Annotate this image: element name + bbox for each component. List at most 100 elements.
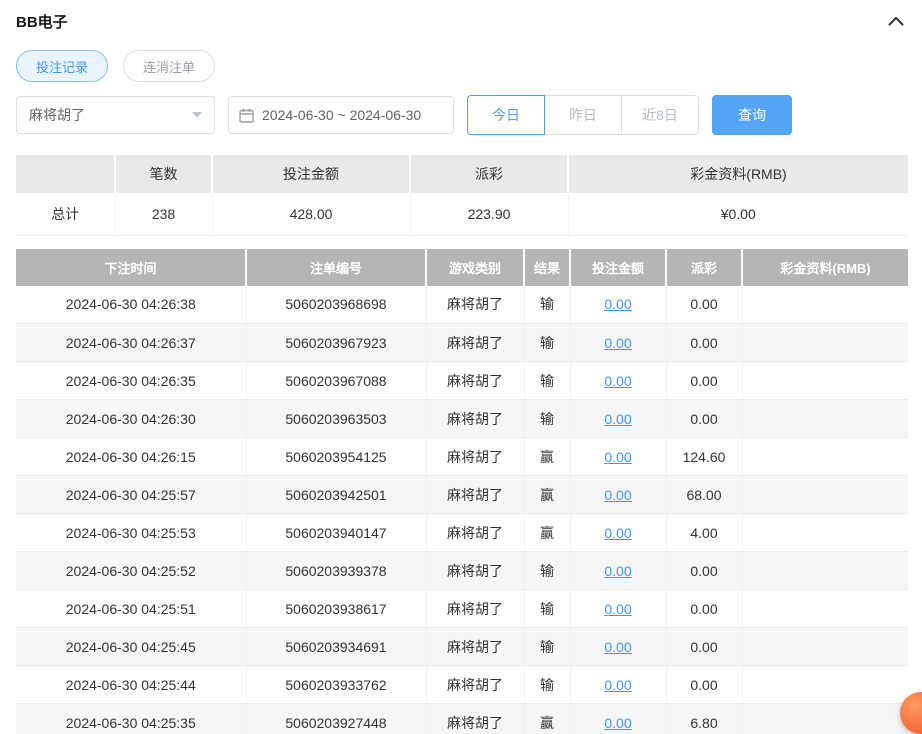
bet-amount-link[interactable]: 0.00	[604, 715, 631, 731]
cell-result: 输	[524, 589, 571, 628]
cell-result: 赢	[524, 475, 571, 514]
cell-payout: 0.00	[666, 361, 743, 400]
cell-bet-time: 2024-06-30 04:25:53	[16, 513, 247, 552]
cell-bet-time: 2024-06-30 04:25:52	[16, 551, 247, 590]
table-row: 2024-06-30 04:26:30 5060203963503 麻将胡了输 0.0…	[16, 399, 908, 438]
cell-order-number: 5060203938617	[246, 589, 427, 628]
cell-bet-time: 2024-06-30 04:26:30	[16, 399, 247, 438]
cell-game-type: 麻将胡了	[426, 437, 525, 476]
bet-amount-link[interactable]: 0.00	[604, 296, 631, 312]
cell-bet-time: 2024-06-30 04:25:57	[16, 475, 247, 514]
search-button[interactable]: 查询	[712, 95, 792, 135]
table-row: 2024-06-30 04:25:53 5060203940147 麻将胡了赢 0.0…	[16, 513, 908, 552]
cell-bet-amount: 0.00	[570, 589, 667, 628]
summary-total-row: 总计 238 428.00 223.90 ¥0.00	[16, 193, 908, 236]
cell-bet-time: 2024-06-30 04:26:37	[16, 323, 247, 362]
cell-order-number: 5060203940147	[246, 513, 427, 552]
header-result: 结果	[524, 248, 571, 286]
quick-today-button[interactable]: 今日	[467, 95, 545, 135]
cell-bet-time: 2024-06-30 04:25:44	[16, 665, 247, 704]
table-row: 2024-06-30 04:26:35 5060203967088 麻将胡了输 0.0…	[16, 361, 908, 400]
cell-bonus	[742, 665, 908, 704]
quick-last8days-button[interactable]: 近8日	[622, 95, 699, 135]
bet-amount-link[interactable]: 0.00	[604, 639, 631, 655]
cell-bonus	[742, 589, 908, 628]
bet-amount-link[interactable]: 0.00	[604, 449, 631, 465]
cell-result: 输	[524, 627, 571, 666]
table-row: 2024-06-30 04:25:45 5060203934691 麻将胡了输 0.0…	[16, 627, 908, 666]
bet-amount-link[interactable]: 0.00	[604, 411, 631, 427]
summary-header-row: 笔数 投注金额 派彩 彩金资料(RMB)	[16, 155, 908, 193]
filter-bar: 麻将胡了 2024-06-30 ~ 2024-06-30 今日 昨日 近8日 查…	[16, 95, 908, 135]
cell-bet-amount: 0.00	[570, 399, 667, 438]
cell-payout: 0.00	[666, 627, 743, 666]
tab-cancelled-orders[interactable]: 连消注单	[123, 50, 216, 82]
cell-game-type: 麻将胡了	[426, 361, 525, 400]
bet-amount-link[interactable]: 0.00	[604, 373, 631, 389]
cell-bet-amount: 0.00	[570, 437, 667, 476]
bet-table-body: 2024-06-30 04:26:38 5060203968698 麻将胡了输 0.0…	[16, 285, 908, 734]
bet-amount-link[interactable]: 0.00	[604, 677, 631, 693]
table-row: 2024-06-30 04:26:15 5060203954125 麻将胡了赢 0.0…	[16, 437, 908, 476]
date-range-picker[interactable]: 2024-06-30 ~ 2024-06-30	[228, 96, 454, 134]
table-row: 2024-06-30 04:26:38 5060203968698 麻将胡了输 0.0…	[16, 285, 908, 324]
cell-payout: 6.80	[666, 703, 743, 734]
cell-bonus	[742, 475, 908, 514]
cell-bet-amount: 0.00	[570, 551, 667, 590]
summary-header-payout: 派彩	[410, 155, 569, 193]
record-tabs: 投注记录 连消注单	[16, 50, 908, 82]
bet-table-header-row: 下注时间 注单编号 游戏类别 结果 投注金额 派彩 彩金资料(RMB)	[16, 248, 908, 286]
summary-header-empty	[16, 155, 116, 193]
summary-table: 笔数 投注金额 派彩 彩金资料(RMB) 总计 238 428.00 223.9…	[16, 155, 908, 236]
bet-amount-link[interactable]: 0.00	[604, 563, 631, 579]
cell-payout: 0.00	[666, 589, 743, 628]
cell-payout: 4.00	[666, 513, 743, 552]
cell-payout: 124.60	[666, 437, 743, 476]
quick-yesterday-button[interactable]: 昨日	[545, 95, 622, 135]
header-bonus: 彩金资料(RMB)	[742, 248, 908, 286]
bet-table: 下注时间 注单编号 游戏类别 结果 投注金额 派彩 彩金资料(RMB) 2024…	[16, 248, 908, 734]
bet-amount-link[interactable]: 0.00	[604, 335, 631, 351]
header-bet-time: 下注时间	[16, 248, 247, 286]
cell-order-number: 5060203954125	[246, 437, 427, 476]
cell-result: 输	[524, 323, 571, 362]
cell-result: 输	[524, 551, 571, 590]
cell-order-number: 5060203967088	[246, 361, 427, 400]
cell-result: 输	[524, 285, 571, 324]
header-payout: 派彩	[666, 248, 743, 286]
cell-order-number: 5060203939378	[246, 551, 427, 590]
cell-order-number: 5060203927448	[246, 703, 427, 734]
cell-bonus	[742, 627, 908, 666]
bet-amount-link[interactable]: 0.00	[604, 487, 631, 503]
summary-header-bet-amount: 投注金额	[212, 155, 411, 193]
bet-amount-link[interactable]: 0.00	[604, 601, 631, 617]
cell-bet-time: 2024-06-30 04:25:45	[16, 627, 247, 666]
tab-bet-records[interactable]: 投注记录	[16, 50, 109, 82]
cell-bet-time: 2024-06-30 04:26:35	[16, 361, 247, 400]
cell-game-type: 麻将胡了	[426, 627, 525, 666]
cell-bonus	[742, 285, 908, 324]
page-title: BB电子	[16, 13, 68, 31]
cell-game-type: 麻将胡了	[426, 513, 525, 552]
cell-game-type: 麻将胡了	[426, 399, 525, 438]
cell-bet-time: 2024-06-30 04:26:15	[16, 437, 247, 476]
summary-total-bonus: ¥0.00	[568, 193, 908, 236]
chevron-up-icon[interactable]	[884, 14, 908, 28]
table-row: 2024-06-30 04:25:44 5060203933762 麻将胡了输 0.0…	[16, 665, 908, 704]
summary-total-count: 238	[115, 193, 213, 236]
cell-game-type: 麻将胡了	[426, 475, 525, 514]
cell-bonus	[742, 437, 908, 476]
bet-amount-link[interactable]: 0.00	[604, 525, 631, 541]
table-row: 2024-06-30 04:25:51 5060203938617 麻将胡了输 0.0…	[16, 589, 908, 628]
game-select[interactable]: 麻将胡了	[16, 96, 215, 134]
cell-game-type: 麻将胡了	[426, 285, 525, 324]
cell-order-number: 5060203934691	[246, 627, 427, 666]
calendar-icon	[239, 108, 254, 123]
cell-game-type: 麻将胡了	[426, 703, 525, 734]
cell-bet-amount: 0.00	[570, 285, 667, 324]
panel-header: BB电子	[16, 8, 908, 34]
header-bet-amount: 投注金额	[570, 248, 667, 286]
cell-result: 赢	[524, 703, 571, 734]
cell-result: 输	[524, 665, 571, 704]
cell-bonus	[742, 551, 908, 590]
